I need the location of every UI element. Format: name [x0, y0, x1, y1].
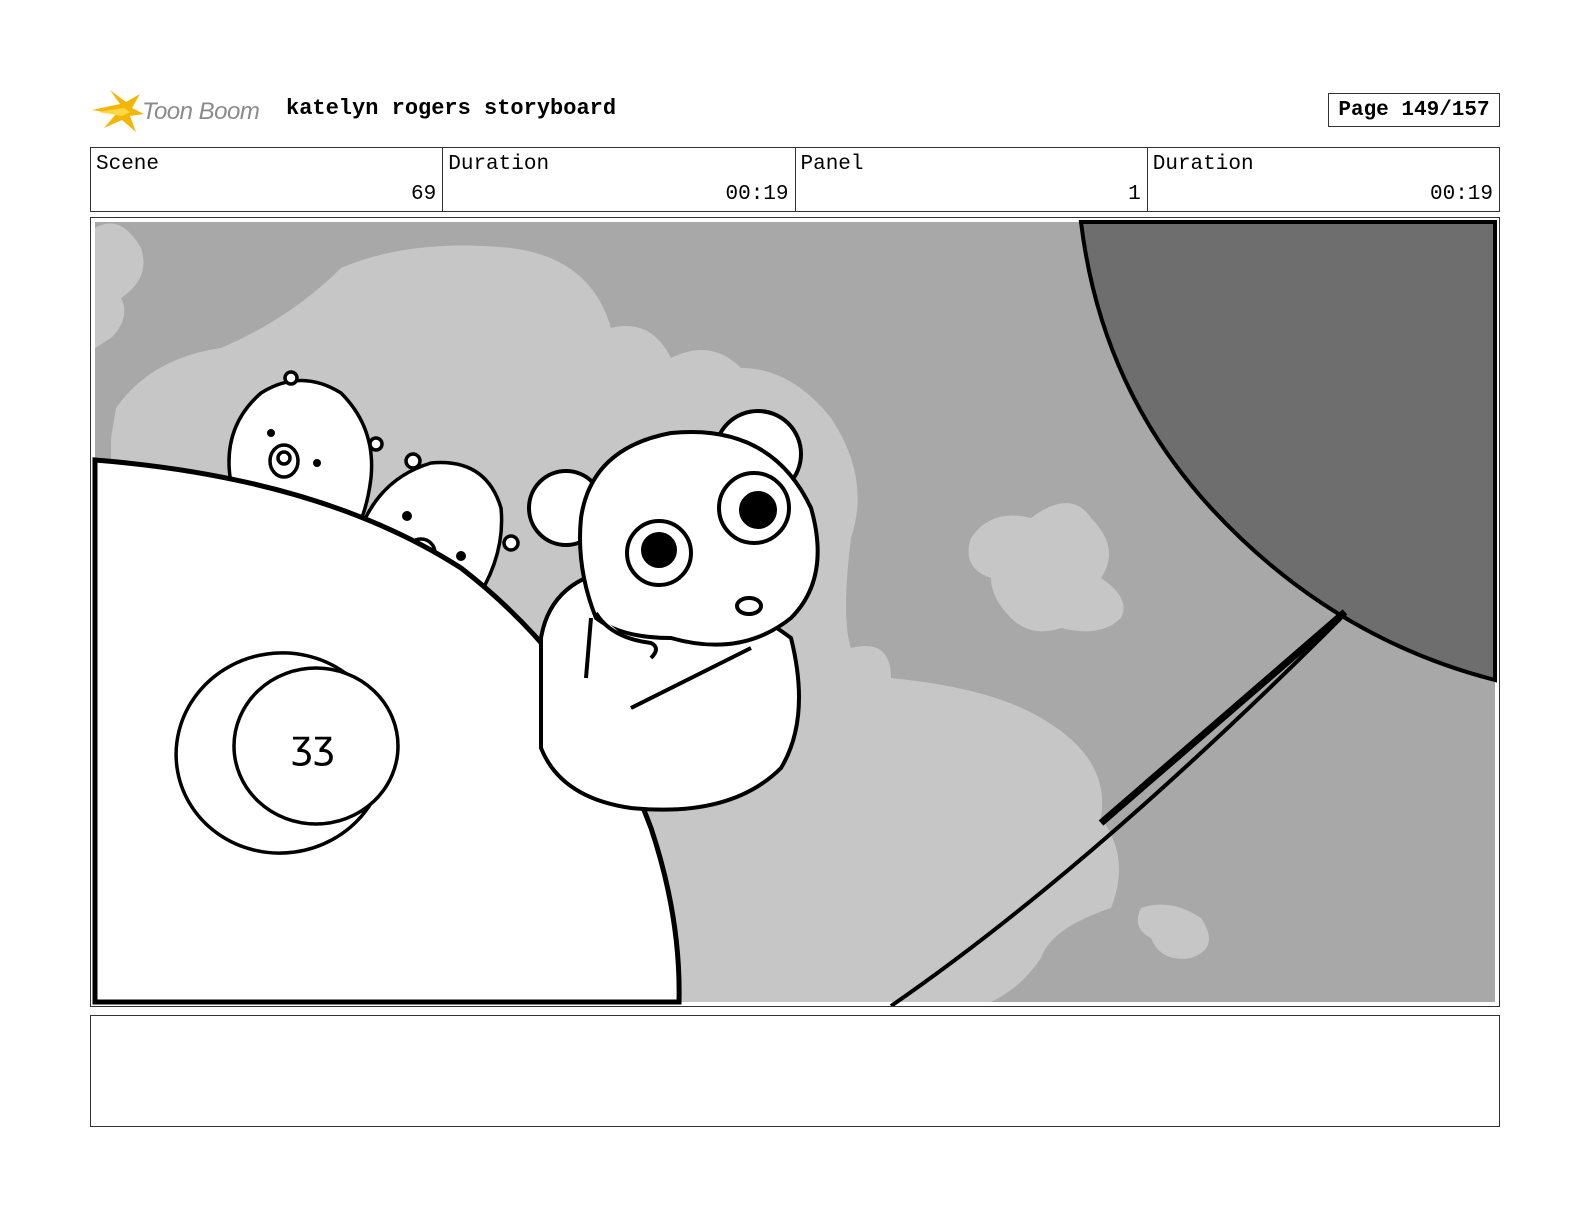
panel-label: Panel [800, 153, 864, 176]
page-header: Toon Boom katelyn rogers storyboard Page… [90, 84, 1500, 138]
scene-duration-cell: Duration 00:19 [443, 148, 796, 211]
document-title: katelyn rogers storyboard [286, 96, 617, 121]
panel-value: 1 [1128, 183, 1141, 206]
scene-value: 69 [411, 183, 437, 206]
toon-boom-logo: Toon Boom [90, 88, 272, 136]
toon-boom-burst-icon [92, 90, 144, 132]
scene-duration-value: 00:19 [725, 183, 789, 206]
panel-notes-box [90, 1015, 1500, 1127]
logo-wordmark: Toon Boom [142, 98, 260, 125]
panel-info-bar: Scene 69 Duration 00:19 Panel 1 Duration… [90, 147, 1500, 212]
panel-duration-value: 00:19 [1429, 183, 1493, 206]
page-indicator: Page 149/157 [1328, 93, 1500, 127]
scene-duration-label: Duration [448, 153, 550, 176]
svg-text:ʒʒ: ʒʒ [291, 723, 335, 767]
scene-cell: Scene 69 [91, 148, 444, 211]
panel-drawing: ʒʒ [92, 220, 1497, 1006]
storyboard-panel: ʒʒ [90, 217, 1500, 1007]
panel-duration-label: Duration [1152, 153, 1254, 176]
scene-label: Scene [96, 153, 160, 176]
panel-duration-cell: Duration 00:19 [1148, 148, 1499, 211]
panda-character [527, 409, 820, 812]
panel-cell: Panel 1 [796, 148, 1148, 211]
